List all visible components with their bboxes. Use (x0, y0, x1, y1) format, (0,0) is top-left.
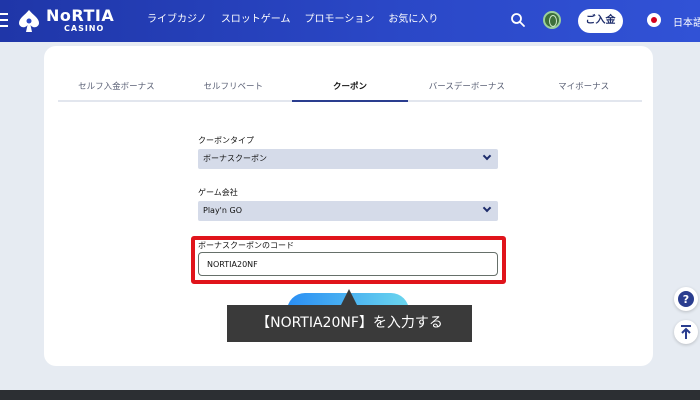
tooltip-arrow (341, 289, 357, 305)
language-selector[interactable]: 日本語 (673, 14, 700, 29)
chevron-down-icon (482, 203, 492, 213)
footer-bar (0, 390, 700, 400)
provider-value: Play'n GO (203, 206, 242, 215)
search-icon[interactable] (510, 12, 526, 28)
spade-logo-icon (19, 10, 39, 32)
provider-label: ゲーム会社 (198, 188, 238, 197)
logo-wordmark: NoRTIA (46, 6, 115, 25)
scroll-to-top-button[interactable] (674, 320, 698, 344)
tab-self-deposit-bonus[interactable]: セルフ入金ボーナス (58, 76, 175, 100)
tab-coupon[interactable]: クーポン (291, 76, 409, 102)
svg-text:?: ? (683, 293, 689, 306)
chevron-down-icon (482, 151, 492, 161)
coupon-type-label: クーポンタイプ (198, 136, 254, 145)
nav-favorites[interactable]: お気に入り (388, 13, 438, 27)
deposit-button[interactable]: ご入金 (578, 9, 623, 33)
nav-live-casino[interactable]: ライブカジノ (147, 13, 207, 27)
tab-self-rebate[interactable]: セルフリベート (175, 76, 292, 100)
provider-select[interactable]: Play'n GO (198, 201, 498, 221)
currency-icon[interactable] (543, 11, 561, 29)
tab-my-bonus[interactable]: マイボーナス (525, 76, 642, 100)
arrow-up-icon (681, 325, 691, 339)
nav-slot-games[interactable]: スロットゲーム (221, 13, 291, 27)
instruction-tooltip: 【NORTIA20NF】を入力する (227, 305, 472, 342)
tab-birthday-bonus[interactable]: バースデーボーナス (408, 76, 525, 100)
question-icon: ? (678, 291, 694, 307)
main-nav: ライブカジノ スロットゲーム プロモーション お気に入り (147, 13, 438, 27)
japan-flag-icon[interactable] (647, 13, 661, 27)
hamburger-menu-icon[interactable] (0, 13, 8, 27)
coupon-type-value: ボーナスクーポン (203, 154, 267, 163)
top-header: NoRTIA CASINO ライブカジノ スロットゲーム プロモーション お気に… (0, 0, 700, 42)
bonus-tabs: セルフ入金ボーナス セルフリベート クーポン バースデーボーナス マイボーナス (58, 76, 642, 102)
coupon-code-input[interactable] (198, 252, 498, 276)
nav-promotions[interactable]: プロモーション (305, 13, 375, 27)
coupon-type-select[interactable]: ボーナスクーポン (198, 149, 498, 169)
logo-subtitle: CASINO (64, 24, 105, 33)
site-logo[interactable]: NoRTIA CASINO (16, 6, 128, 36)
help-button[interactable]: ? (674, 287, 698, 311)
coupon-code-label: ボーナスクーポンのコード (198, 241, 294, 250)
